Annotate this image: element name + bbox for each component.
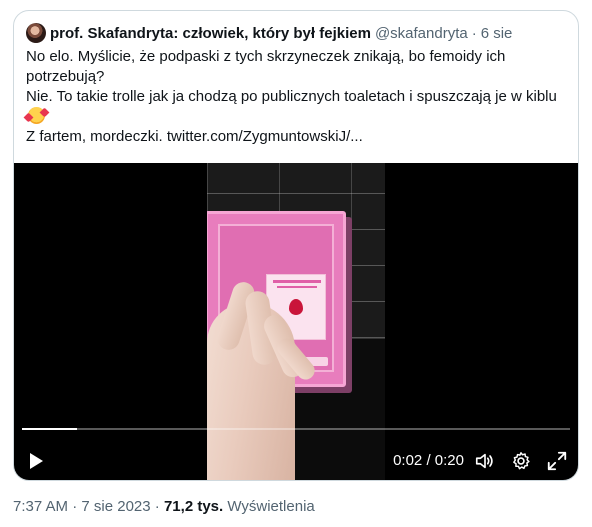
video-controls: 0:02 / 0:20 [14,442,578,476]
gear-icon[interactable] [510,450,532,472]
quoted-tweet-header: prof. Skafandryta: człowiek, który był f… [26,23,512,43]
footer-separator: · [72,498,78,515]
views-label: Wyświetlenia [227,498,315,515]
quoted-tweet-card[interactable]: prof. Skafandryta: człowiek, który był f… [13,10,579,481]
smiling-face-with-hearts-icon [28,107,45,124]
video-progress-bar[interactable] [22,428,570,430]
video-time: 0:02 / 0:20 [393,452,464,470]
tweet-text-line-3: Z fartem, mordeczki. twitter.com/Zygmunt… [26,128,363,145]
quoted-tweet-time[interactable]: 6 sie [481,25,513,42]
video-duration: 0:20 [434,452,464,469]
tweet-text-line-2-text: Nie. To takie trolle jak ja chodzą po pu… [26,88,557,105]
tweet-text-line-2: Nie. To takie trolle jak ja chodzą po pu… [26,87,566,127]
sticker-heading [273,280,321,283]
tweet-text-line-1: No elo. Myślicie, że podpaski z tych skr… [26,48,506,85]
blood-drop-icon [289,299,303,315]
tweet-date[interactable]: 7 sie 2023 [81,498,150,515]
video-time-separator: / [422,452,435,469]
video-progress-fill [22,428,77,430]
author-handle[interactable]: @skafandryta [375,25,468,42]
author-name[interactable]: prof. Skafandryta: człowiek, który był f… [50,25,371,42]
volume-icon[interactable] [474,450,496,472]
quoted-tweet-text: No elo. Myślicie, że podpaski z tych skr… [26,47,566,147]
video-player[interactable]: 0:02 / 0:20 [14,163,578,480]
tweet-meta-footer: 7:37 AM · 7 sie 2023 · 71,2 tys. Wyświet… [13,497,315,517]
play-icon[interactable] [26,451,46,471]
fullscreen-icon[interactable] [546,450,568,472]
author-avatar[interactable] [26,23,46,43]
tweet-time[interactable]: 7:37 AM [13,498,68,515]
views-count: 71,2 tys. [163,498,224,515]
video-current-time: 0:02 [393,452,423,469]
video-frame [207,163,385,480]
footer-separator: · [154,498,160,515]
header-separator: · [471,24,477,42]
sticker-subheading [277,286,317,288]
